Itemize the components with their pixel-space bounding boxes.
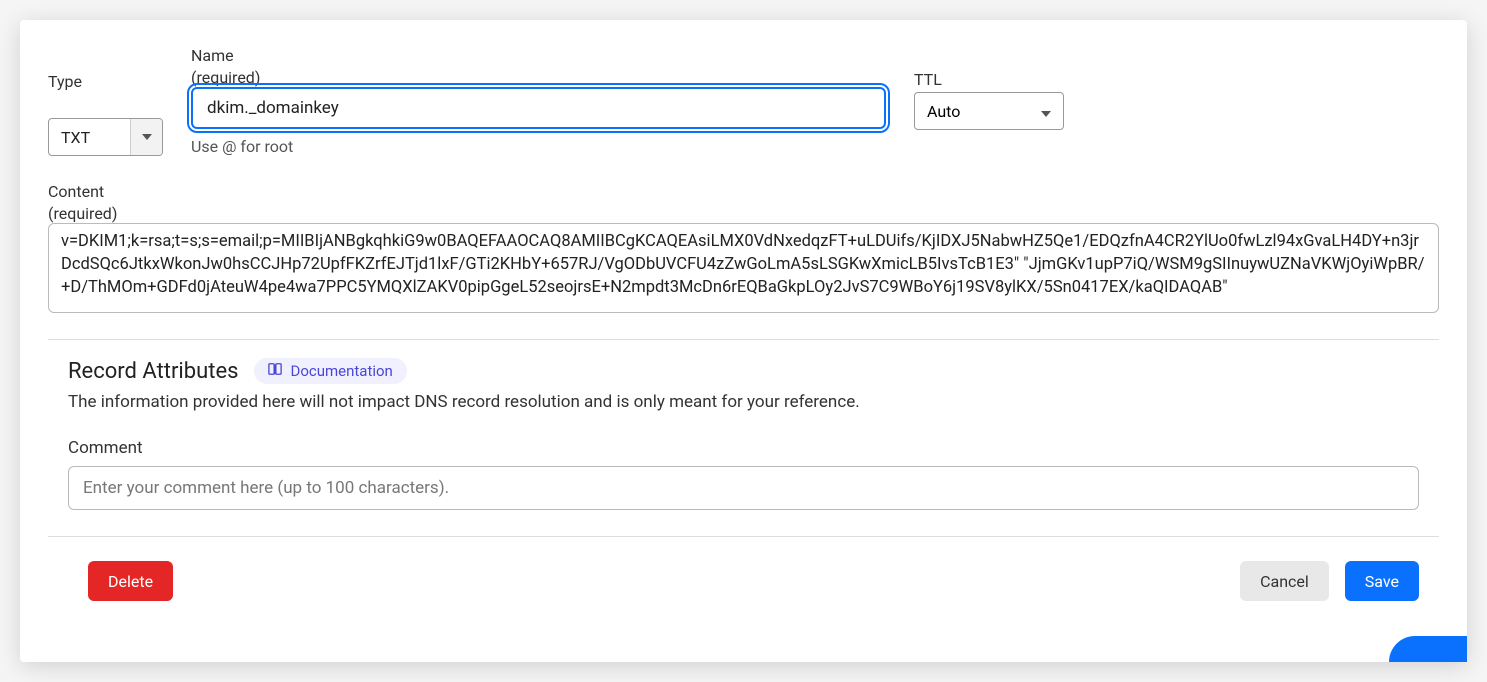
ttl-select[interactable]: Auto [914,92,1064,130]
name-input-wrapper [191,87,886,129]
type-select[interactable]: TXT [48,118,163,156]
content-field: Content (required) v=DKIM1;k=rsa;t=s;s=e… [20,180,1467,313]
attributes-description: The information provided here will not i… [68,392,1419,412]
type-value: TXT [49,119,130,155]
delete-button[interactable]: Delete [88,561,173,601]
comment-input[interactable] [68,466,1419,510]
dns-record-editor: Type TXT Name (required) Use @ for root … [20,20,1467,662]
type-label: Type [48,70,163,94]
type-field: Type TXT [48,70,163,156]
ttl-label: TTL [914,68,1064,92]
name-label: Name [191,44,886,68]
content-label: Content [48,180,1439,204]
comment-label: Comment [68,438,1419,458]
name-input[interactable] [191,87,886,129]
save-button[interactable]: Save [1345,561,1419,601]
documentation-label: Documentation [290,362,392,380]
attributes-title: Record Attributes [68,359,238,384]
record-attributes: Record Attributes Documentation The info… [20,340,1467,510]
ttl-field: TTL Auto [914,44,1064,130]
cancel-button[interactable]: Cancel [1240,561,1329,601]
documentation-link[interactable]: Documentation [254,358,406,384]
ttl-value: Auto [927,102,960,121]
content-required: (required) [48,204,1439,223]
chevron-down-icon [1041,102,1051,121]
name-hint: Use @ for root [191,137,886,156]
attributes-header: Record Attributes Documentation [68,358,1419,384]
name-field: Name (required) Use @ for root [191,44,886,156]
book-icon [268,362,282,380]
footer-right: Cancel Save [1240,561,1419,601]
chevron-down-icon [130,119,162,155]
footer: Delete Cancel Save [20,537,1467,601]
top-row: Type TXT Name (required) Use @ for root … [20,44,1467,156]
content-textarea[interactable]: v=DKIM1;k=rsa;t=s;s=email;p=MIIBIjANBgkq… [48,223,1439,313]
corner-widget[interactable] [1389,636,1467,662]
name-required: (required) [191,68,886,87]
